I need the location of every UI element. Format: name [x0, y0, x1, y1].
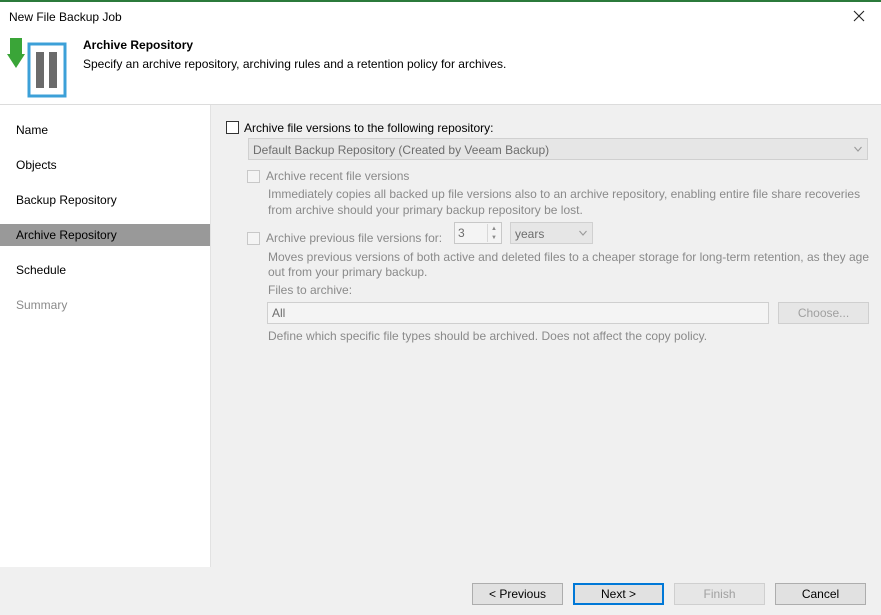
stepper-buttons: ▲ ▼ — [487, 224, 500, 242]
step-summary: Summary — [16, 298, 68, 312]
chevron-down-icon — [579, 230, 587, 236]
title-bar: New File Backup Job — [0, 2, 881, 30]
window-title: New File Backup Job — [9, 10, 122, 24]
wizard-header: Archive Repository Specify an archive re… — [0, 30, 881, 105]
step-objects[interactable]: Objects — [0, 154, 210, 176]
step-content: Archive file versions to the following r… — [211, 105, 881, 567]
finish-button: Finish — [674, 583, 765, 605]
step-name[interactable]: Name — [0, 119, 210, 141]
wizard-steps: Name Objects Backup Repository Archive R… — [0, 105, 211, 567]
files-to-archive-label: Files to archive: — [268, 283, 353, 297]
files-to-archive-field: All — [267, 302, 769, 324]
archive-recent-checkbox — [247, 170, 260, 183]
next-button[interactable]: Next > — [573, 583, 664, 605]
chevron-down-icon — [854, 146, 862, 152]
retention-unit-value: years — [515, 227, 545, 241]
stepper-up-icon: ▲ — [491, 225, 497, 232]
archive-previous-label: Archive previous file versions for: — [266, 231, 443, 245]
repository-select: Default Backup Repository (Created by Ve… — [248, 138, 868, 160]
archive-versions-label[interactable]: Archive file versions to the following r… — [244, 121, 493, 135]
step-schedule[interactable]: Schedule — [0, 259, 210, 281]
archive-previous-checkbox — [247, 232, 260, 245]
archive-previous-description-1: Moves previous versions of both active a… — [268, 250, 870, 264]
step-backup-repository[interactable]: Backup Repository — [0, 189, 210, 211]
repository-select-value: Default Backup Repository (Created by Ve… — [253, 143, 550, 157]
new-file-backup-job-window: New File Backup Job Archive Repository S… — [0, 0, 881, 615]
archive-recent-label: Archive recent file versions — [266, 169, 410, 183]
previous-button[interactable]: < Previous — [472, 583, 563, 605]
choose-button: Choose... — [778, 302, 869, 324]
archive-download-icon — [7, 38, 67, 98]
archive-recent-description-2: from archive should your primary backup … — [268, 203, 583, 217]
page-title: Archive Repository — [83, 38, 194, 52]
retention-count-value: 3 — [458, 226, 465, 240]
archive-versions-checkbox[interactable] — [226, 121, 239, 134]
files-to-archive-value: All — [272, 306, 286, 320]
retention-count-stepper: 3 ▲ ▼ — [454, 222, 502, 244]
close-button[interactable] — [837, 2, 881, 30]
stepper-down-icon: ▼ — [491, 234, 497, 241]
files-to-archive-description: Define which specific file types should … — [268, 329, 708, 343]
page-subtitle: Specify an archive repository, archiving… — [83, 57, 507, 71]
retention-unit-select: years — [510, 222, 593, 244]
cancel-button[interactable]: Cancel — [775, 583, 866, 605]
archive-recent-description-1: Immediately copies all backed up file ve… — [268, 187, 861, 201]
step-archive-repository[interactable]: Archive Repository — [0, 224, 210, 246]
close-icon — [853, 10, 865, 22]
archive-previous-description-2: out from your primary backup. — [268, 265, 428, 279]
